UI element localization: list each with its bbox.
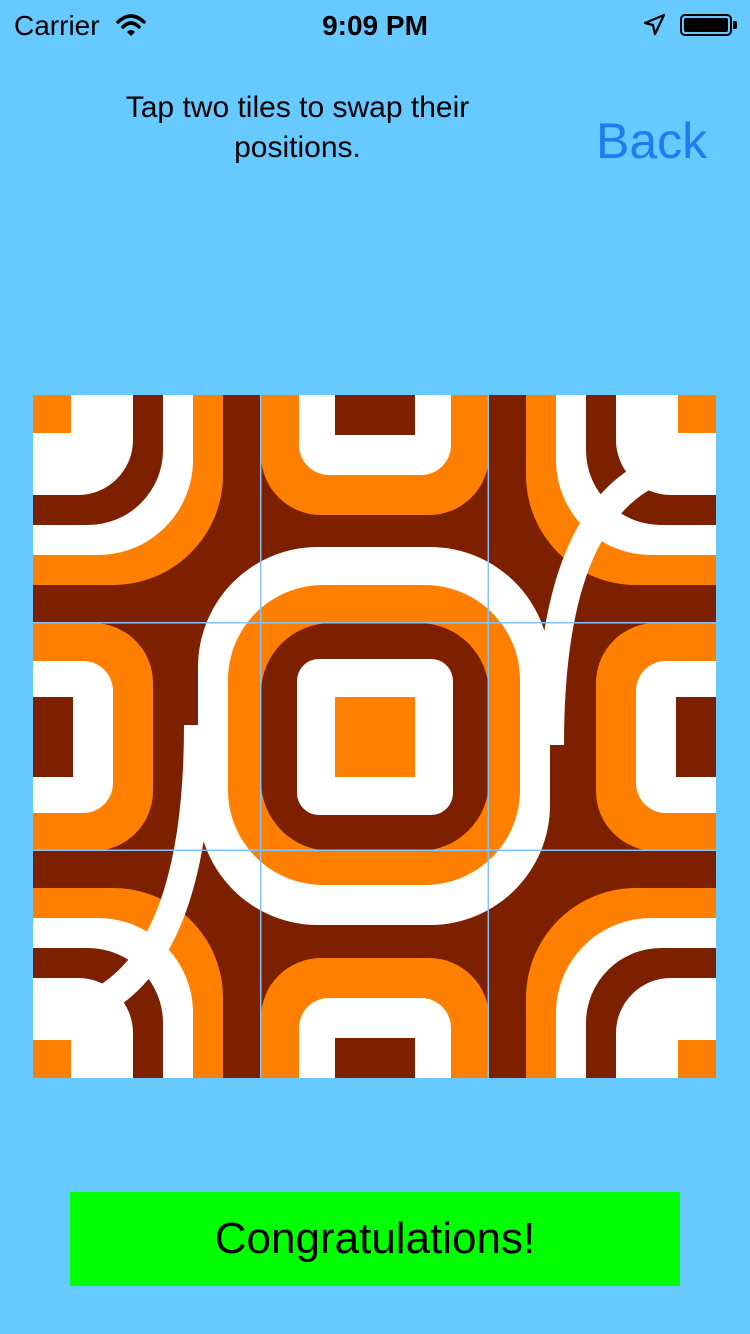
battery-level — [684, 18, 728, 32]
puzzle-tile[interactable] — [261, 395, 489, 623]
location-arrow-icon — [642, 12, 666, 44]
puzzle-tile[interactable] — [33, 850, 261, 1078]
puzzle-tile[interactable] — [33, 395, 261, 623]
puzzle-tile[interactable] — [488, 395, 716, 623]
battery-icon — [680, 14, 737, 36]
instructions-text: Tap two tiles to swap their positions. — [125, 91, 470, 164]
puzzle-tile[interactable] — [261, 623, 489, 851]
puzzle-tile[interactable] — [33, 623, 261, 851]
puzzle-image — [33, 395, 716, 1078]
tiles — [33, 395, 716, 1078]
status-bar: Carrier 9:09 PM — [0, 0, 750, 50]
congratulations-banner: Congratulations! — [70, 1192, 680, 1286]
back-button[interactable]: Back — [596, 112, 707, 170]
battery-nub — [733, 21, 737, 29]
puzzle-tile[interactable] — [488, 850, 716, 1078]
puzzle-tile[interactable] — [261, 850, 489, 1078]
puzzle-board — [33, 395, 716, 1078]
puzzle-tile[interactable] — [488, 623, 716, 851]
status-time: 9:09 PM — [322, 10, 428, 41]
